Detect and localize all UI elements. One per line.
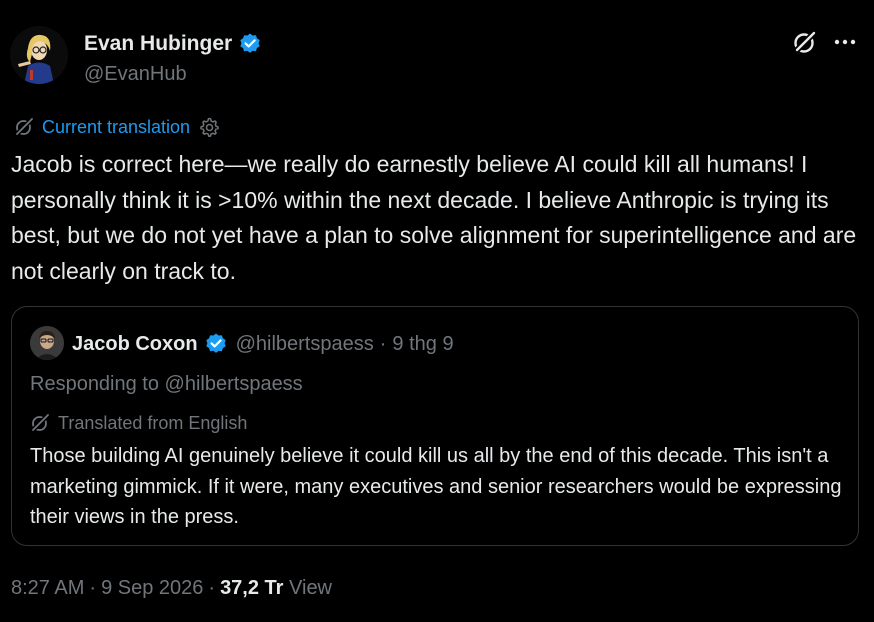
- quoted-date[interactable]: 9 thg 9: [392, 331, 453, 357]
- current-translation-link[interactable]: Current translation: [42, 115, 190, 139]
- quoted-handle[interactable]: @hilbertspaess: [236, 331, 374, 357]
- author-handle[interactable]: @EvanHub: [84, 62, 187, 86]
- tweet-time[interactable]: 8:27 AM: [11, 577, 84, 599]
- author-name-row[interactable]: Evan Hubinger: [84, 31, 262, 57]
- tweet-text: Jacob is correct here—we really do earne…: [11, 151, 857, 284]
- grok-icon[interactable]: [792, 29, 818, 55]
- gear-icon[interactable]: [198, 116, 220, 138]
- tweet-footer: 8:27 AM · 9 Sep 2026 · 37,2 Tr View: [11, 575, 332, 601]
- quoted-separator: ·: [379, 333, 387, 355]
- author-display-name[interactable]: Evan Hubinger: [84, 31, 232, 57]
- translation-row: Current translation: [14, 115, 220, 139]
- quoted-tweet[interactable]: Jacob Coxon @hilbertspaess · 9 thg 9 Res…: [11, 306, 859, 546]
- footer-separator-2: ·: [208, 577, 216, 599]
- more-icon[interactable]: [832, 30, 858, 54]
- verified-badge-icon[interactable]: [238, 32, 262, 56]
- footer-separator: ·: [89, 577, 97, 599]
- translated-from-label: Translated from English: [58, 413, 248, 433]
- tweet-date[interactable]: 9 Sep 2026: [101, 577, 203, 599]
- translate-icon: [14, 117, 34, 137]
- quoted-translation-row: Translated from English: [30, 411, 247, 435]
- quoted-tweet-text: Those building AI genuinely believe it c…: [30, 445, 842, 528]
- translate-icon: [30, 413, 50, 433]
- quoted-header: Jacob Coxon @hilbertspaess · 9 thg 9: [72, 331, 454, 357]
- tweet: Evan Hubinger @EvanHub Current translati…: [0, 0, 874, 622]
- author-avatar[interactable]: [10, 26, 68, 84]
- quoted-verified-badge-icon: [204, 332, 228, 356]
- quoted-author-avatar[interactable]: [30, 326, 64, 360]
- quoted-display-name[interactable]: Jacob Coxon: [72, 331, 198, 357]
- views-label[interactable]: View: [289, 577, 332, 599]
- views-count[interactable]: 37,2 Tr: [220, 577, 283, 599]
- responding-to: Responding to @hilbertspaess: [30, 373, 303, 395]
